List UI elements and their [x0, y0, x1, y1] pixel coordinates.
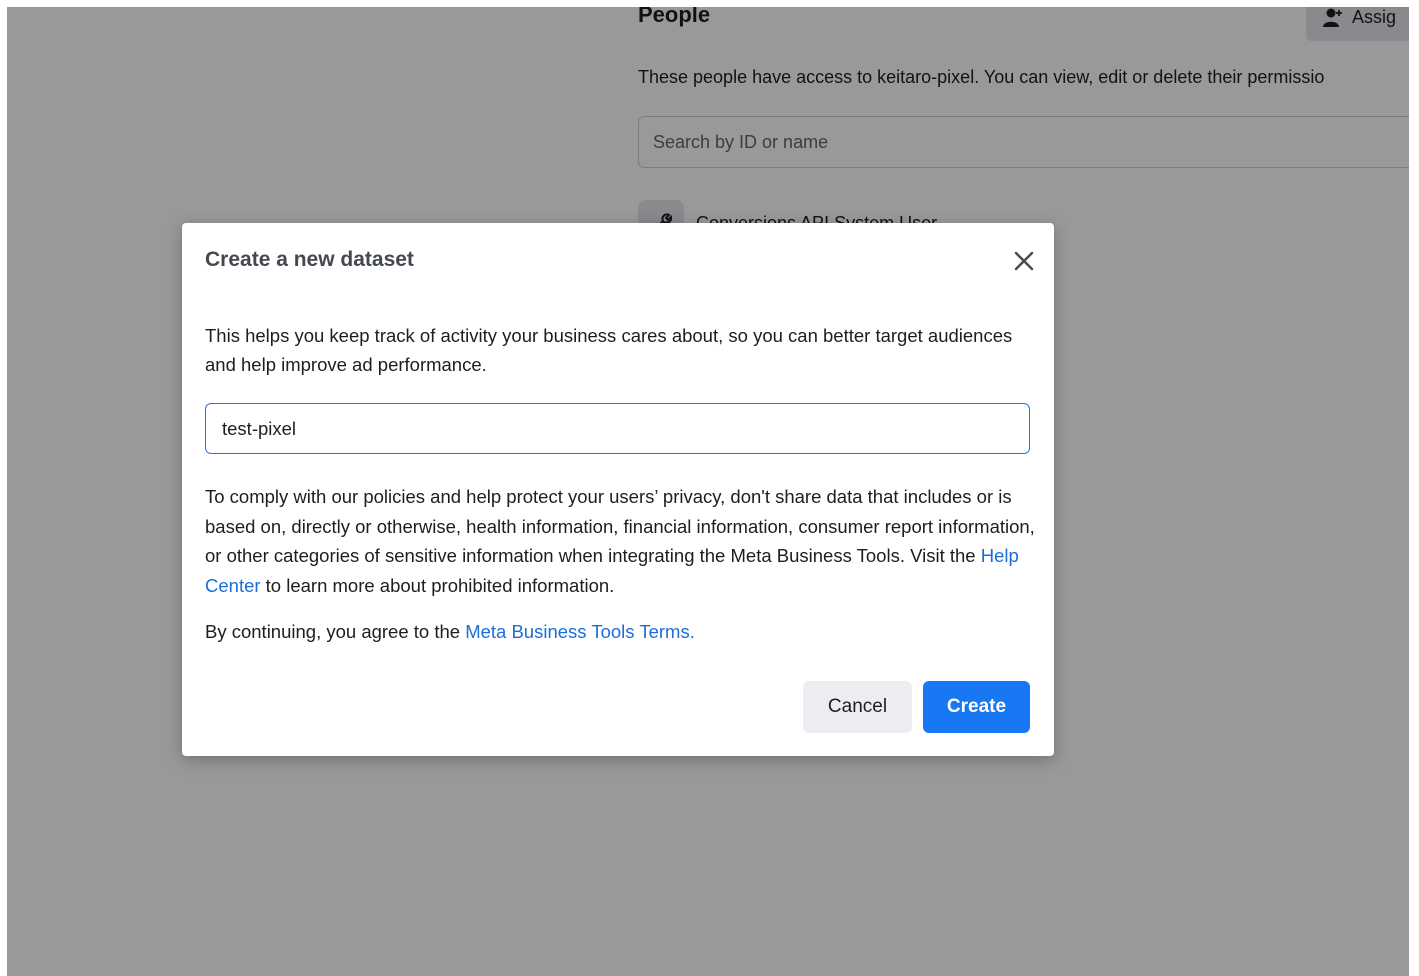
business-tools-terms-link[interactable]: Meta Business Tools Terms.: [465, 621, 695, 642]
policy-text: To comply with our policies and help pro…: [205, 482, 1035, 600]
terms-text: By continuing, you agree to the Meta Bus…: [205, 617, 1035, 646]
right-edge: [1409, 0, 1419, 976]
policy-text-end: to learn more about prohibited informati…: [260, 574, 615, 596]
close-icon: [1014, 251, 1034, 271]
create-dataset-dialog: Create a new dataset This helps you keep…: [182, 223, 1054, 756]
create-button[interactable]: Create: [923, 681, 1030, 733]
page: People Assig These people have access to…: [0, 0, 1419, 976]
top-edge: [0, 0, 1419, 7]
close-button[interactable]: [1011, 248, 1037, 274]
terms-text-start: By continuing, you agree to the: [205, 621, 466, 642]
dataset-name-input[interactable]: [205, 403, 1030, 454]
policy-text-start: To comply with our policies and help pro…: [205, 486, 1035, 566]
cancel-button[interactable]: Cancel: [803, 681, 912, 733]
left-edge: [0, 0, 7, 976]
dialog-intro-text: This helps you keep track of activity yo…: [205, 325, 1013, 375]
dialog-title: Create a new dataset: [205, 248, 414, 271]
